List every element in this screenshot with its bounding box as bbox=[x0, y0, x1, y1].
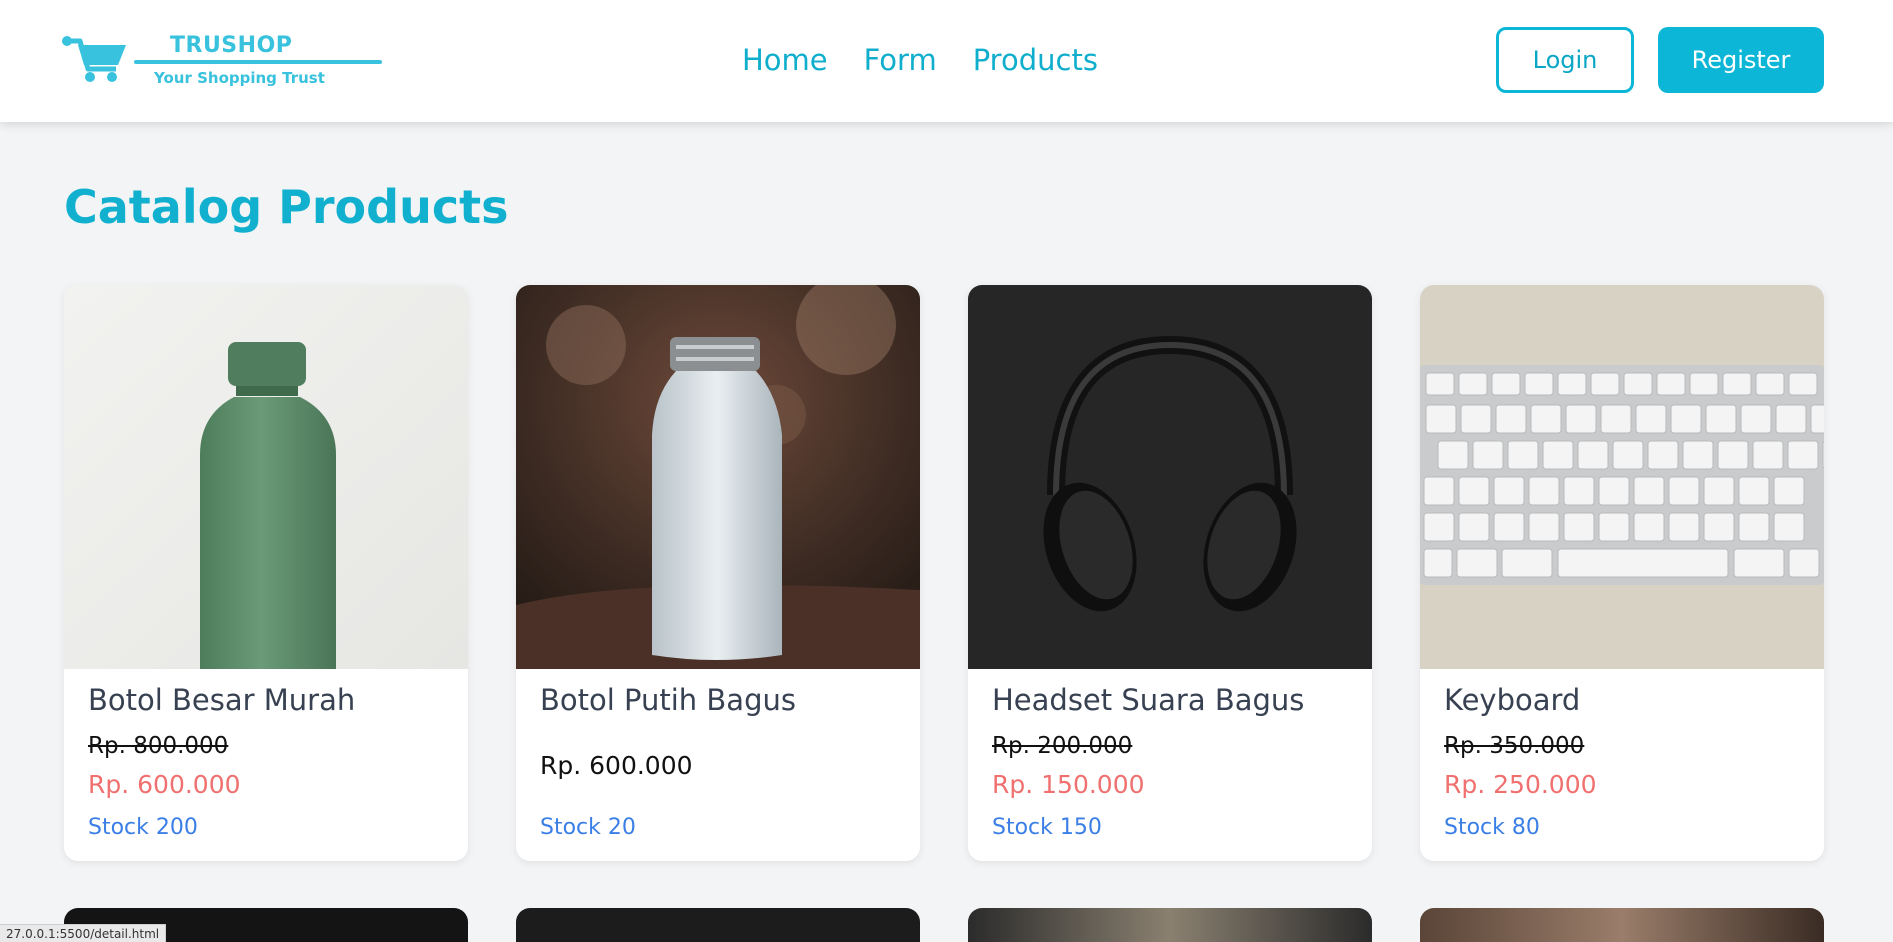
brand-logo[interactable]: TRUSHOP Your Shopping Trust bbox=[62, 33, 382, 89]
product-image bbox=[64, 285, 468, 669]
brand-name: TRUSHOP bbox=[170, 33, 293, 58]
product-card[interactable]: Keyboard Rp. 350.000 Rp. 250.000 Stock 8… bbox=[1420, 285, 1824, 861]
product-card-peek[interactable] bbox=[968, 908, 1372, 942]
brand-tagline: Your Shopping Trust bbox=[154, 69, 325, 87]
product-card-peek[interactable] bbox=[1420, 908, 1824, 942]
product-price: Rp. 600.000 bbox=[88, 770, 241, 799]
product-stock: Stock 150 bbox=[992, 815, 1102, 840]
product-old-price: Rp. 800.000 bbox=[88, 733, 229, 759]
register-button[interactable]: Register bbox=[1658, 27, 1824, 93]
status-bar-url: 27.0.0.1:5500/detail.html bbox=[0, 924, 167, 942]
product-old-price: Rp. 350.000 bbox=[1444, 733, 1585, 759]
main-nav: Home Form Products bbox=[742, 40, 1098, 80]
product-price: Rp. 150.000 bbox=[992, 770, 1145, 799]
product-image bbox=[968, 285, 1372, 669]
nav-products-link[interactable]: Products bbox=[973, 40, 1098, 80]
product-name: Keyboard bbox=[1444, 683, 1581, 717]
product-card[interactable]: Botol Besar Murah Rp. 800.000 Rp. 600.00… bbox=[64, 285, 468, 861]
product-stock: Stock 80 bbox=[1444, 815, 1540, 840]
product-card[interactable]: Headset Suara Bagus Rp. 200.000 Rp. 150.… bbox=[968, 285, 1372, 861]
product-price: Rp. 250.000 bbox=[1444, 770, 1597, 799]
cart-icon bbox=[62, 36, 126, 82]
nav-home-link[interactable]: Home bbox=[742, 40, 828, 80]
product-name: Headset Suara Bagus bbox=[992, 683, 1305, 717]
product-stock: Stock 200 bbox=[88, 815, 198, 840]
product-image bbox=[516, 285, 920, 669]
brand-underline bbox=[134, 60, 382, 64]
nav-form-link[interactable]: Form bbox=[864, 40, 937, 80]
product-card[interactable]: Botol Putih Bagus Rp. 600.000 Stock 20 bbox=[516, 285, 920, 861]
product-stock: Stock 20 bbox=[540, 815, 636, 840]
product-old-price: Rp. 200.000 bbox=[992, 733, 1133, 759]
product-image bbox=[1420, 285, 1824, 669]
navbar: TRUSHOP Your Shopping Trust Home Form Pr… bbox=[0, 0, 1893, 122]
product-name: Botol Putih Bagus bbox=[540, 683, 796, 717]
product-price: Rp. 600.000 bbox=[540, 751, 693, 780]
product-name: Botol Besar Murah bbox=[88, 683, 356, 717]
product-card-peek[interactable] bbox=[516, 908, 920, 942]
page-title: Catalog Products bbox=[64, 180, 509, 234]
login-button[interactable]: Login bbox=[1496, 27, 1634, 93]
